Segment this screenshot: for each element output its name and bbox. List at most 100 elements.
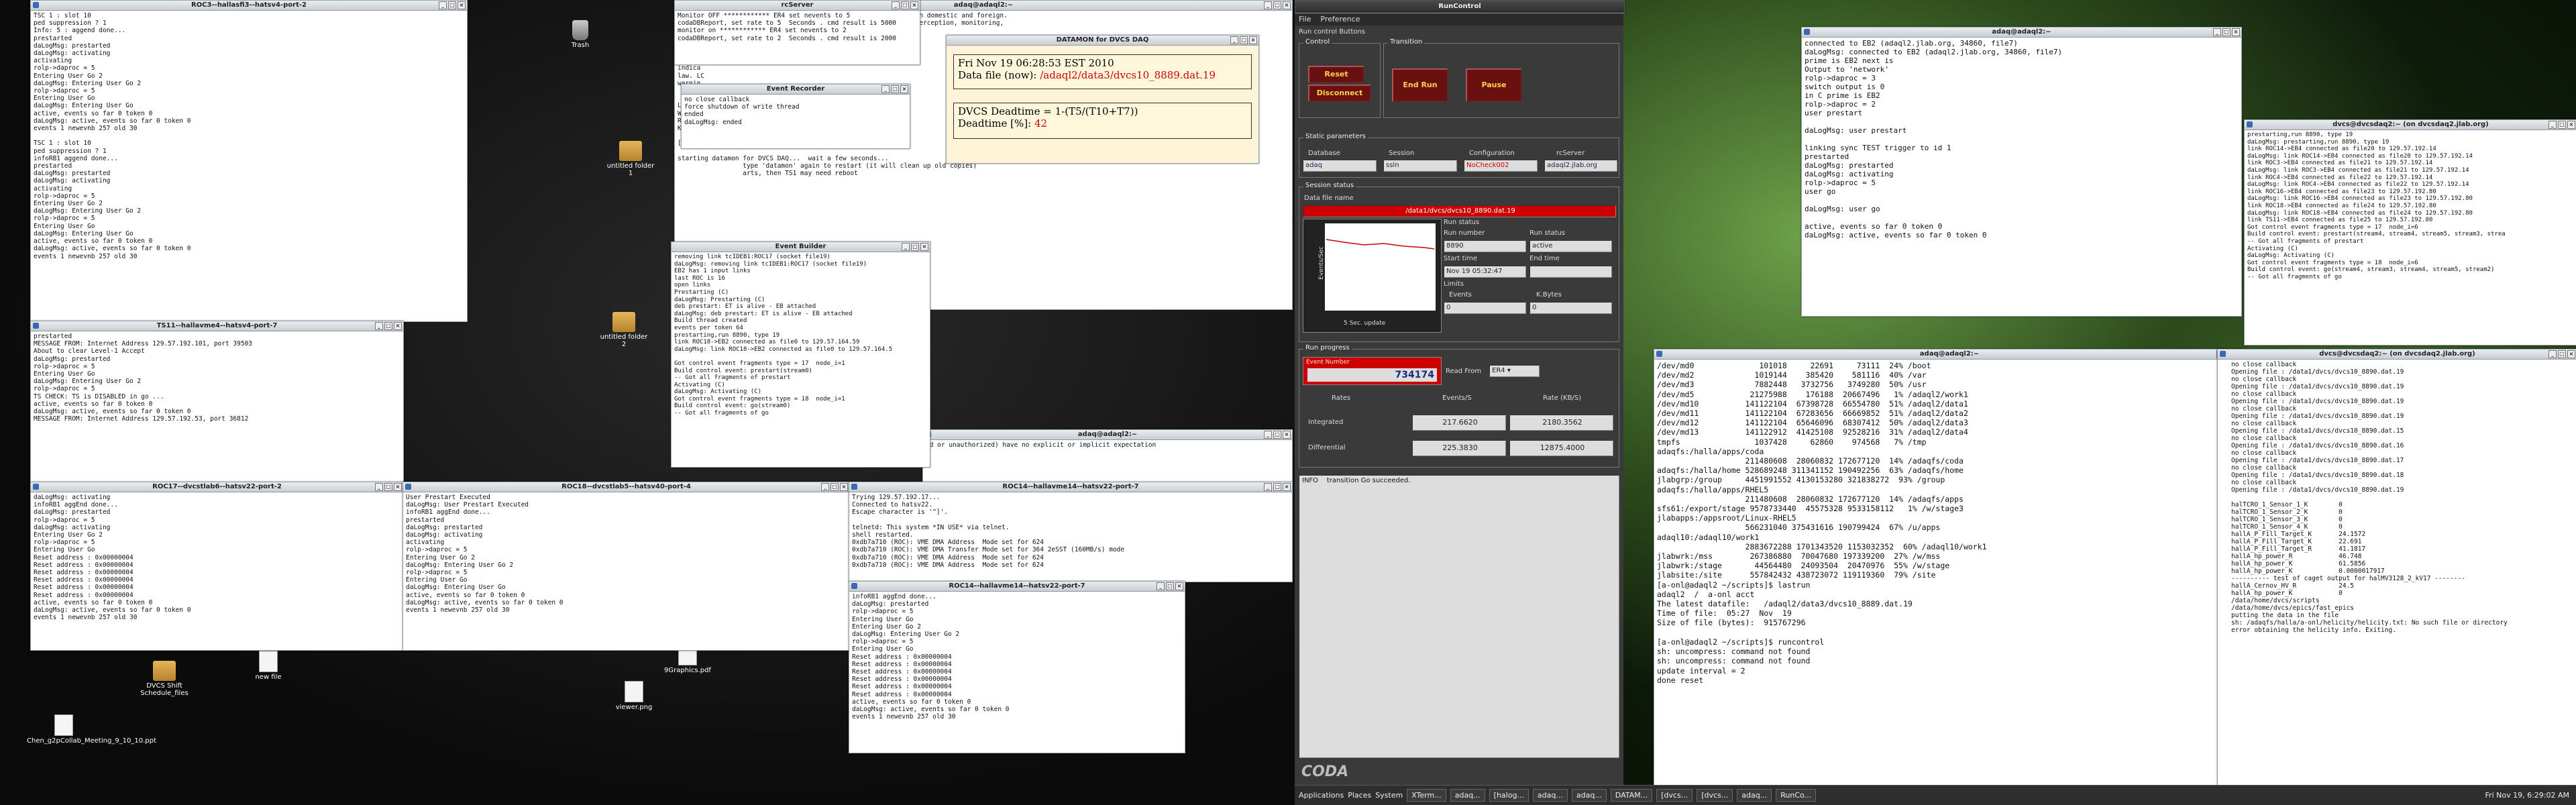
close-icon[interactable]: ×	[1283, 483, 1291, 491]
close-icon[interactable]: ×	[458, 1, 466, 9]
close-icon[interactable]: ×	[2567, 350, 2575, 358]
maximize-icon[interactable]: □	[1273, 431, 1281, 439]
window-titlebar[interactable]: adaq@adaql2:~_□×	[1654, 350, 2245, 360]
close-icon[interactable]: ×	[840, 483, 848, 491]
minimize-icon[interactable]: _	[2548, 121, 2557, 129]
message-log[interactable]: INFO transition Go succeeded.	[1299, 475, 1619, 758]
system-menu[interactable]: System	[1375, 791, 1403, 800]
maximize-icon[interactable]: □	[1240, 36, 1248, 44]
maximize-icon[interactable]: □	[384, 483, 392, 491]
maximize-icon[interactable]: □	[891, 85, 899, 93]
taskbar-task[interactable]: [dvcs...	[1656, 789, 1693, 802]
window-titlebar[interactable]: ROC14--hallavme14--hatsv22-port-7 _ □ ×	[849, 482, 1292, 492]
window-titlebar[interactable]: ROC17--dvcstlab6--hatsv22-port-2 _ □ ×	[31, 482, 403, 492]
close-icon[interactable]: ×	[920, 243, 928, 251]
taskbar-task[interactable]: XTerm...	[1407, 789, 1446, 802]
minimize-icon[interactable]: _	[881, 85, 890, 93]
roc14-terminal-window-2[interactable]: ROC14--hallavme14--hatsv22-port-7 _ □ × inf…	[849, 581, 1185, 753]
close-icon[interactable]: ×	[394, 483, 402, 491]
taskbar-task[interactable]: adaq...	[1571, 789, 1607, 802]
close-icon[interactable]: ×	[1283, 431, 1291, 439]
maximize-icon[interactable]: □	[448, 1, 456, 9]
taskbar-task[interactable]: adaq...	[1450, 789, 1485, 802]
window-titlebar[interactable]: dvcs@dvcsdaq2:~ (on dvcsdaq2.jlab.org) _ □…	[2245, 120, 2576, 130]
maximize-icon[interactable]: □	[830, 483, 839, 491]
minimize-icon[interactable]: _	[439, 1, 447, 9]
desktop-icon-ppt[interactable]: Chen_g2pCollab_Meeting_9_10_10.ppt	[27, 714, 156, 745]
disconnect-button[interactable]: Disconnect	[1308, 85, 1371, 102]
adaq-terminal-window-2[interactable]: adaq@adaql2:~ _ □ × ed or unauthorized) hav…	[922, 429, 1293, 484]
window-titlebar[interactable]: adaq@adaql2:~_□×	[1802, 28, 2241, 38]
maximize-icon[interactable]: □	[1273, 483, 1281, 491]
close-icon[interactable]: ×	[910, 1, 918, 9]
window-titlebar[interactable]: TS11--hallavme4--hatsv4-port-7 _ □ ×	[31, 321, 403, 331]
desktop-icon-trash[interactable]: Trash	[553, 20, 607, 49]
window-titlebar[interactable]: adaq@adaql2:~_□×	[923, 430, 1292, 440]
minimize-icon[interactable]: _	[821, 483, 829, 491]
desktop-icon-new-file[interactable]: new file	[241, 651, 295, 681]
minimize-icon[interactable]: _	[902, 243, 910, 251]
minimize-icon[interactable]: _	[2213, 28, 2221, 36]
window-titlebar[interactable]: ROC14--hallavme14--hatsv22-port-7 _ □ ×	[849, 582, 1185, 592]
roc14-terminal-window[interactable]: ROC14--hallavme14--hatsv22-port-7 _ □ × Try…	[849, 482, 1293, 582]
adaq-terminal-window-3[interactable]: adaq@adaql2:~ _ □ × connected to EB2 (adaql…	[1801, 27, 2242, 317]
maximize-icon[interactable]: □	[1166, 582, 1174, 590]
maximize-icon[interactable]: □	[901, 1, 909, 9]
minimize-icon[interactable]: _	[1230, 36, 1238, 44]
window-titlebar[interactable]: Event Recorder _ □ ×	[682, 85, 910, 95]
dvcs-terminal-window[interactable]: dvcs@dvcsdaq2:~ (on dvcsdaq2.jlab.org) _ □…	[2244, 119, 2576, 345]
roc3-terminal-window[interactable]: ROC3--hallasfi3--hatsv4-port-2 _ □ × TSC 1 …	[30, 0, 468, 322]
minimize-icon[interactable]: _	[2548, 350, 2557, 358]
roc18-terminal-window[interactable]: ROC18--dvcstlab5--hatsv40-port-4 _ □ × User…	[402, 482, 850, 651]
datamon-window[interactable]: DATAMON for DVCS DAQ _ □ × Fri Nov 19 06:28…	[946, 35, 1259, 164]
minimize-icon[interactable]: _	[1264, 483, 1272, 491]
close-icon[interactable]: ×	[1175, 582, 1183, 590]
clock[interactable]: Fri Nov 19, 6:29:02 AM	[2485, 791, 2576, 800]
taskbar-task[interactable]: adaq...	[1532, 789, 1568, 802]
desktop-icon-dvcs-schedule[interactable]: DVCS Shift Schedule_files	[138, 661, 191, 697]
ts11-terminal-window[interactable]: TS11--hallavme4--hatsv4-port-7 _ □ × presta…	[30, 321, 404, 483]
minimize-icon[interactable]: _	[892, 1, 900, 9]
window-titlebar[interactable]: dvcs@dvcsdaq2:~ (on dvcsdaq2.jlab.org) _ □…	[2218, 350, 2576, 360]
maximize-icon[interactable]: □	[1273, 1, 1281, 9]
events-limit-field[interactable]: 0	[1444, 302, 1526, 314]
maximize-icon[interactable]: □	[911, 243, 919, 251]
event-builder-window[interactable]: Event Builder _ □ × removing link tcIDEB1:R…	[671, 241, 930, 468]
adaq-df-terminal-window[interactable]: adaq@adaql2:~_□× /dev/md0 101018 22691 7…	[1654, 349, 2245, 786]
maximize-icon[interactable]: □	[2558, 350, 2566, 358]
rcserver-window[interactable]: rcServer _ □ × Monitor OFF ************ ER4…	[674, 0, 920, 65]
pause-button[interactable]: Pause	[1466, 68, 1522, 102]
close-icon[interactable]: ×	[394, 322, 402, 330]
close-icon[interactable]: ×	[2567, 121, 2575, 129]
maximize-icon[interactable]: □	[384, 322, 392, 330]
taskbar-task[interactable]: adaq...	[1737, 789, 1772, 802]
close-icon[interactable]: ×	[1283, 1, 1291, 9]
menu-preference[interactable]: Preference	[1320, 13, 1360, 25]
window-titlebar[interactable]: ROC18--dvcstlab5--hatsv40-port-4 _ □ ×	[403, 482, 849, 492]
desktop-icon-folder-1[interactable]: untitled folder 1	[604, 141, 657, 177]
kbytes-limit-field[interactable]: 0	[1529, 302, 1612, 314]
places-menu[interactable]: Places	[1348, 791, 1371, 800]
minimize-icon[interactable]: _	[1264, 431, 1272, 439]
window-titlebar[interactable]: ROC3--hallasfi3--hatsv4-port-2 _ □ ×	[31, 1, 467, 11]
minimize-icon[interactable]: _	[1157, 582, 1165, 590]
minimize-icon[interactable]: _	[375, 483, 383, 491]
window-titlebar[interactable]: RunControl	[1295, 1, 1624, 13]
desktop-icon-viewer[interactable]: viewer.png	[607, 681, 661, 711]
reset-button[interactable]: Reset	[1308, 66, 1364, 83]
window-titlebar[interactable]: rcServer _ □ ×	[675, 1, 920, 11]
taskbar-task[interactable]: RunCo...	[1776, 789, 1816, 802]
minimize-icon[interactable]: _	[1264, 1, 1272, 9]
close-icon[interactable]: ×	[2232, 28, 2240, 36]
close-icon[interactable]: ×	[900, 85, 908, 93]
maximize-icon[interactable]: □	[2558, 121, 2566, 129]
dvcs-terminal-window-2[interactable]: dvcs@dvcsdaq2:~ (on dvcsdaq2.jlab.org) _ □…	[2217, 349, 2576, 786]
maximize-icon[interactable]: □	[2222, 28, 2231, 36]
minimize-icon[interactable]: _	[375, 322, 383, 330]
taskbar-task[interactable]: DATAM...	[1610, 789, 1653, 802]
read-from-select[interactable]: ER4 ▾	[1489, 365, 1540, 377]
runcontrol-titlebar-frame[interactable]: RunControl	[1295, 0, 1625, 15]
event-recorder-window[interactable]: Event Recorder _ □ × no close callback force…	[681, 84, 910, 149]
window-titlebar[interactable]: DATAMON for DVCS DAQ _ □ ×	[947, 36, 1258, 46]
taskbar-task[interactable]: [dvcs...	[1697, 789, 1733, 802]
